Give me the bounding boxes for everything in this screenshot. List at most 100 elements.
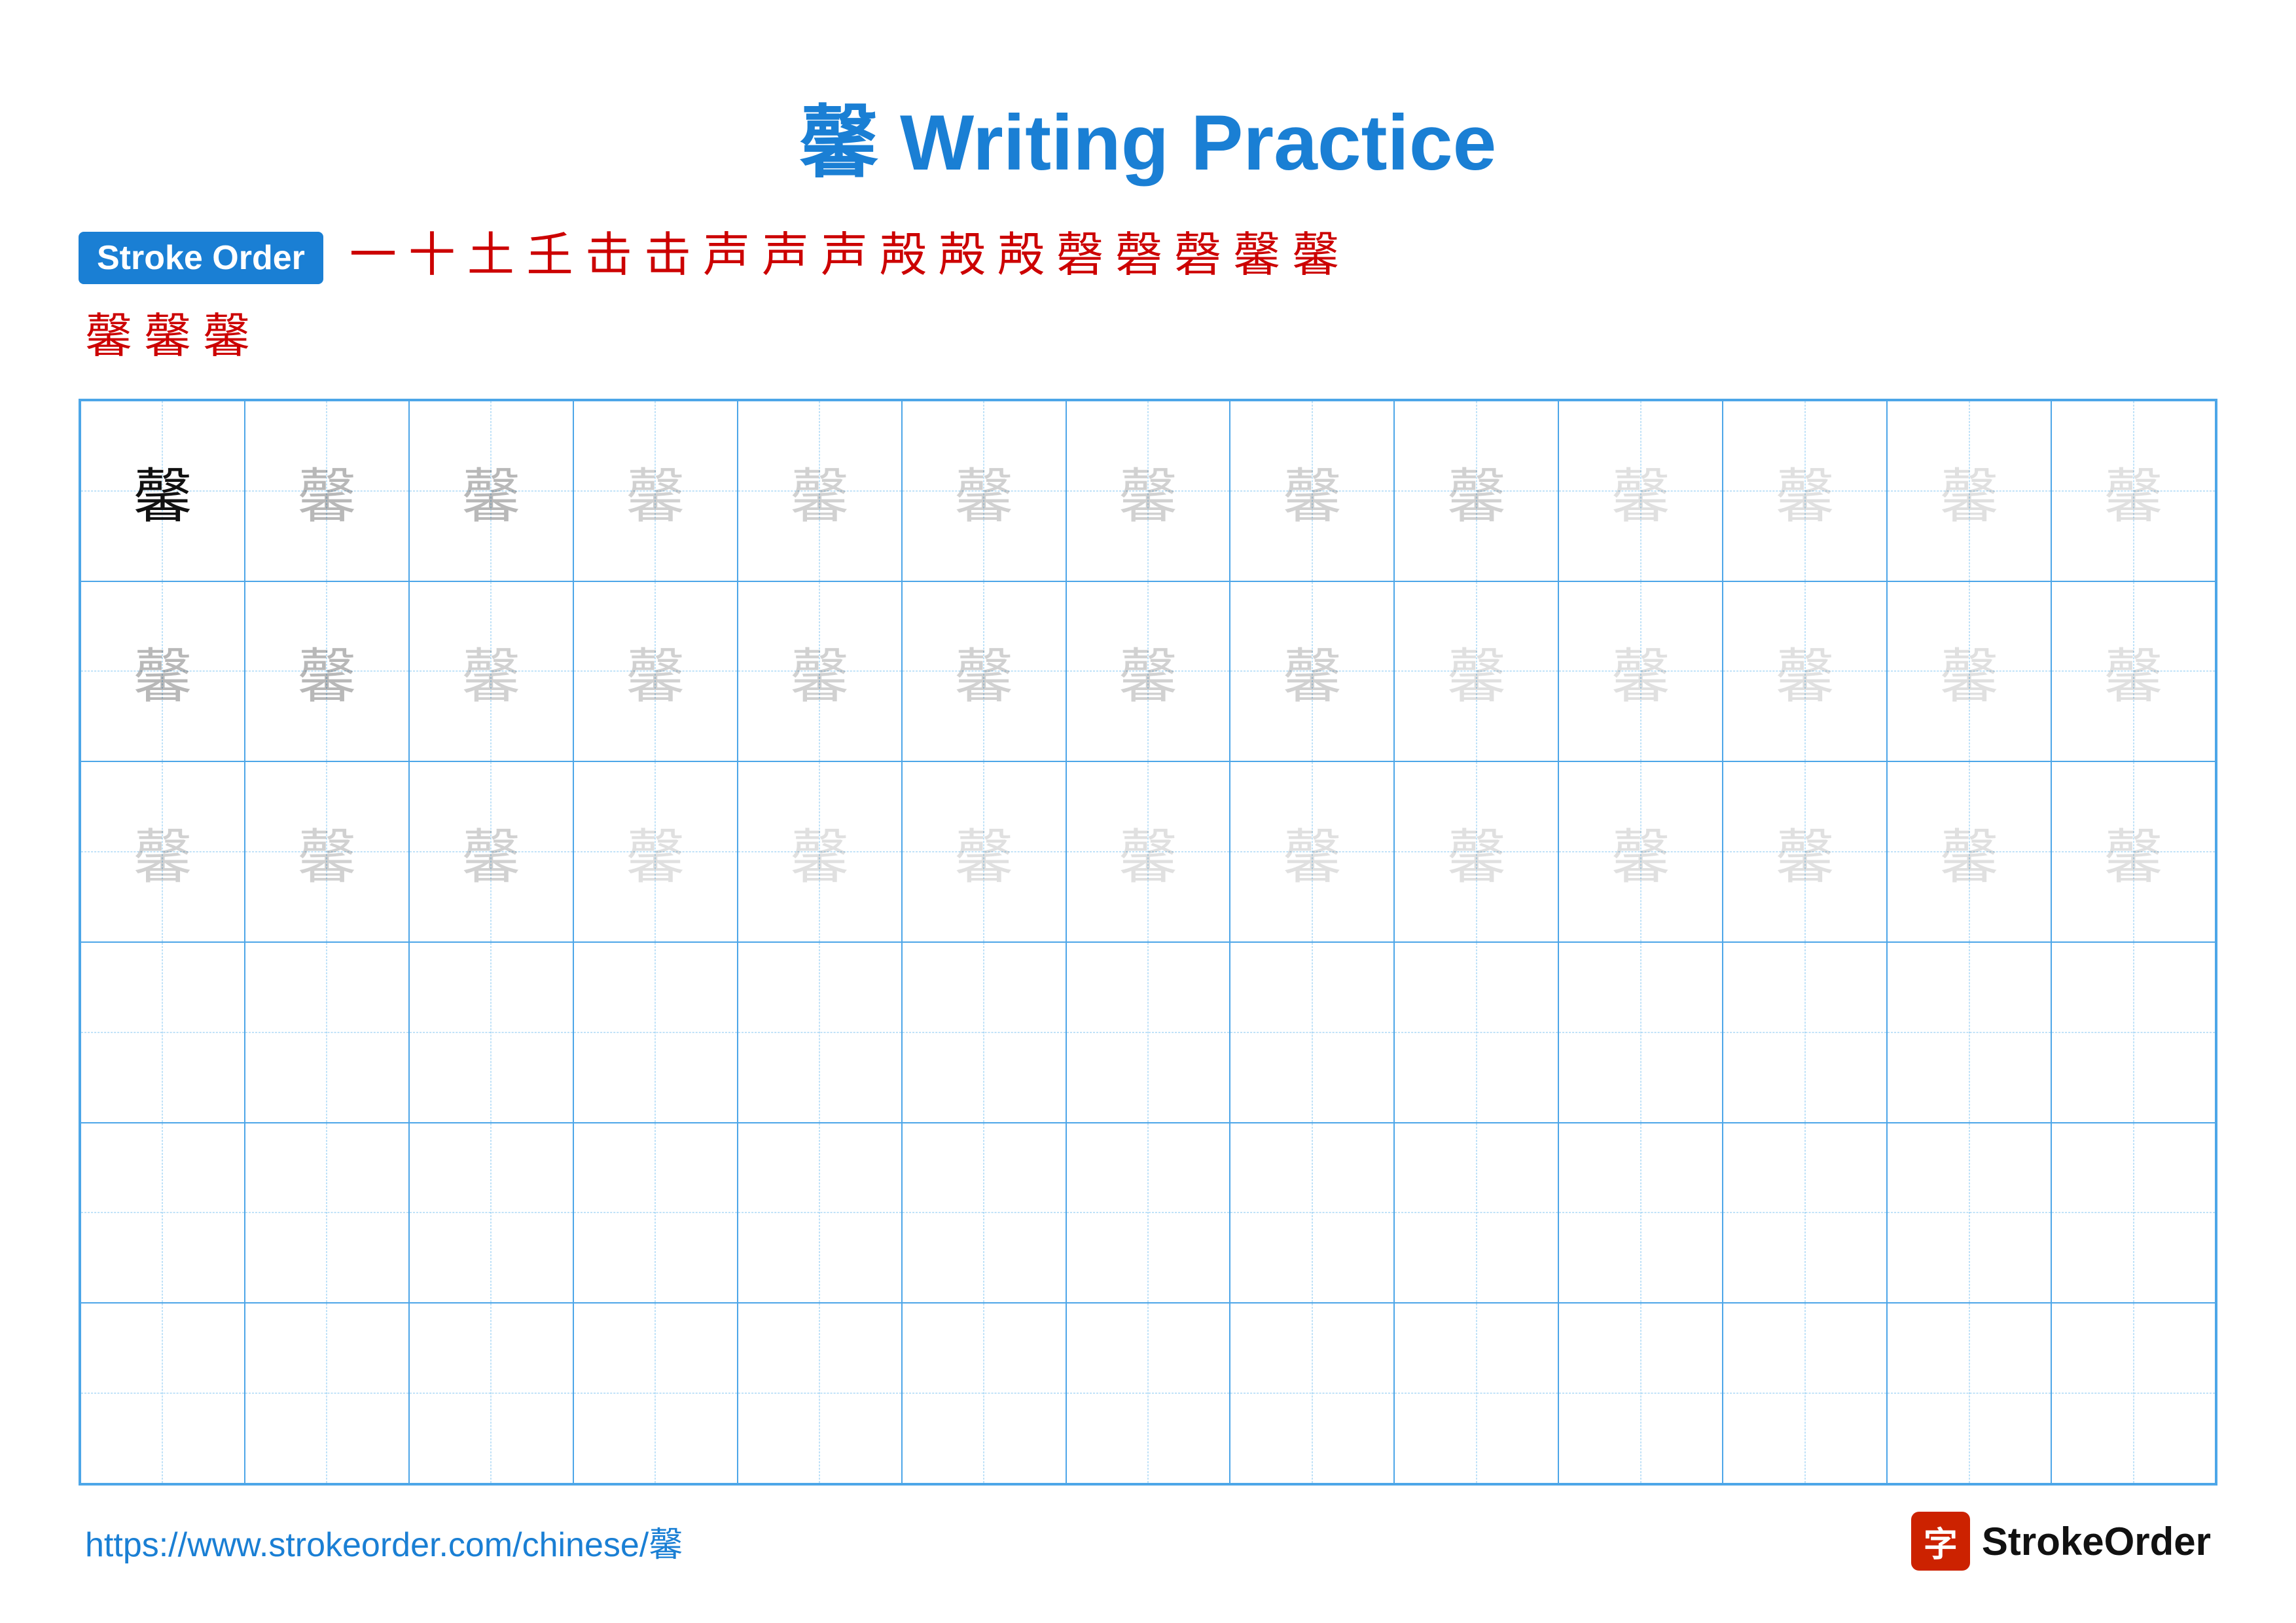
cell-4-9[interactable] bbox=[1394, 942, 1558, 1123]
cell-1-12[interactable]: 馨 bbox=[1887, 401, 2051, 581]
cell-5-11[interactable] bbox=[1723, 1123, 1887, 1304]
char-display: 馨 bbox=[2104, 809, 2163, 894]
cell-2-10[interactable]: 馨 bbox=[1558, 581, 1723, 762]
cell-4-10[interactable] bbox=[1558, 942, 1723, 1123]
cell-4-1[interactable] bbox=[81, 942, 245, 1123]
cell-2-13[interactable]: 馨 bbox=[2051, 581, 2215, 762]
char-display: 馨 bbox=[133, 629, 192, 714]
cell-1-1[interactable]: 馨 bbox=[81, 401, 245, 581]
grid-row-6 bbox=[81, 1303, 2215, 1484]
cell-2-1[interactable]: 馨 bbox=[81, 581, 245, 762]
cell-6-4[interactable] bbox=[573, 1303, 738, 1484]
cell-5-4[interactable] bbox=[573, 1123, 738, 1304]
cell-5-7[interactable] bbox=[1066, 1123, 1230, 1304]
cell-6-11[interactable] bbox=[1723, 1303, 1887, 1484]
cell-6-7[interactable] bbox=[1066, 1303, 1230, 1484]
cell-3-1[interactable]: 馨 bbox=[81, 761, 245, 942]
cell-1-2[interactable]: 馨 bbox=[245, 401, 409, 581]
char-display: 馨 bbox=[1940, 809, 1999, 894]
cell-1-13[interactable]: 馨 bbox=[2051, 401, 2215, 581]
cell-6-5[interactable] bbox=[738, 1303, 902, 1484]
stroke-11: 殸 bbox=[939, 232, 986, 279]
grid-table: 馨 馨 馨 馨 馨 馨 馨 馨 馨 馨 馨 馨 馨 馨 馨 馨 馨 馨 bbox=[80, 400, 2216, 1484]
cell-6-2[interactable] bbox=[245, 1303, 409, 1484]
cell-2-7[interactable]: 馨 bbox=[1066, 581, 1230, 762]
cell-2-6[interactable]: 馨 bbox=[902, 581, 1066, 762]
cell-3-8[interactable]: 馨 bbox=[1230, 761, 1394, 942]
cell-4-8[interactable] bbox=[1230, 942, 1394, 1123]
cell-2-4[interactable]: 馨 bbox=[573, 581, 738, 762]
char-display: 馨 bbox=[954, 448, 1013, 534]
cell-1-3[interactable]: 馨 bbox=[409, 401, 573, 581]
cell-5-9[interactable] bbox=[1394, 1123, 1558, 1304]
cell-1-5[interactable]: 馨 bbox=[738, 401, 902, 581]
char-display: 馨 bbox=[1611, 448, 1670, 534]
cell-2-3[interactable]: 馨 bbox=[409, 581, 573, 762]
cell-4-7[interactable] bbox=[1066, 942, 1230, 1123]
cell-2-12[interactable]: 馨 bbox=[1887, 581, 2051, 762]
cell-3-7[interactable]: 馨 bbox=[1066, 761, 1230, 942]
cell-3-6[interactable]: 馨 bbox=[902, 761, 1066, 942]
cell-6-3[interactable] bbox=[409, 1303, 573, 1484]
cell-5-12[interactable] bbox=[1887, 1123, 2051, 1304]
cell-2-5[interactable]: 馨 bbox=[738, 581, 902, 762]
cell-4-13[interactable] bbox=[2051, 942, 2215, 1123]
cell-3-11[interactable]: 馨 bbox=[1723, 761, 1887, 942]
cell-2-9[interactable]: 馨 bbox=[1394, 581, 1558, 762]
cell-1-11[interactable]: 馨 bbox=[1723, 401, 1887, 581]
cell-5-10[interactable] bbox=[1558, 1123, 1723, 1304]
cell-1-4[interactable]: 馨 bbox=[573, 401, 738, 581]
char-display: 馨 bbox=[954, 809, 1013, 894]
cell-3-10[interactable]: 馨 bbox=[1558, 761, 1723, 942]
cell-4-2[interactable] bbox=[245, 942, 409, 1123]
cell-5-1[interactable] bbox=[81, 1123, 245, 1304]
cell-6-6[interactable] bbox=[902, 1303, 1066, 1484]
char-display: 馨 bbox=[790, 448, 849, 534]
cell-5-6[interactable] bbox=[902, 1123, 1066, 1304]
cell-3-2[interactable]: 馨 bbox=[245, 761, 409, 942]
cell-5-2[interactable] bbox=[245, 1123, 409, 1304]
cell-1-6[interactable]: 馨 bbox=[902, 401, 1066, 581]
logo-char: 字 bbox=[1924, 1517, 1958, 1566]
cell-4-5[interactable] bbox=[738, 942, 902, 1123]
char-display: 馨 bbox=[297, 809, 356, 894]
cell-1-9[interactable]: 馨 bbox=[1394, 401, 1558, 581]
cell-2-2[interactable]: 馨 bbox=[245, 581, 409, 762]
cell-4-12[interactable] bbox=[1887, 942, 2051, 1123]
cell-1-8[interactable]: 馨 bbox=[1230, 401, 1394, 581]
stroke-3: 土 bbox=[467, 232, 514, 279]
cell-4-3[interactable] bbox=[409, 942, 573, 1123]
cell-6-10[interactable] bbox=[1558, 1303, 1723, 1484]
cell-2-8[interactable]: 馨 bbox=[1230, 581, 1394, 762]
cell-6-1[interactable] bbox=[81, 1303, 245, 1484]
char-display: 馨 bbox=[1283, 448, 1342, 534]
cell-3-3[interactable]: 馨 bbox=[409, 761, 573, 942]
cell-6-9[interactable] bbox=[1394, 1303, 1558, 1484]
cell-6-12[interactable] bbox=[1887, 1303, 2051, 1484]
cell-5-13[interactable] bbox=[2051, 1123, 2215, 1304]
cell-4-4[interactable] bbox=[573, 942, 738, 1123]
cell-3-4[interactable]: 馨 bbox=[573, 761, 738, 942]
cell-6-13[interactable] bbox=[2051, 1303, 2215, 1484]
char-display: 馨 bbox=[1940, 629, 1999, 714]
cell-3-5[interactable]: 馨 bbox=[738, 761, 902, 942]
cell-1-10[interactable]: 馨 bbox=[1558, 401, 1723, 581]
stroke-4: 𡈼 bbox=[526, 232, 573, 279]
cell-4-6[interactable] bbox=[902, 942, 1066, 1123]
cell-3-12[interactable]: 馨 bbox=[1887, 761, 2051, 942]
cell-5-5[interactable] bbox=[738, 1123, 902, 1304]
cell-3-13[interactable]: 馨 bbox=[2051, 761, 2215, 942]
stroke-order-section: Stroke Order 一 十 土 𡈼 击 击 声 声 声 殸 殸 殸 磬 磬… bbox=[79, 232, 2217, 284]
cell-1-7[interactable]: 馨 bbox=[1066, 401, 1230, 581]
cell-5-8[interactable] bbox=[1230, 1123, 1394, 1304]
strokeorder-logo-icon: 字 bbox=[1911, 1512, 1970, 1571]
stroke-13: 磬 bbox=[1056, 232, 1103, 279]
cell-3-9[interactable]: 馨 bbox=[1394, 761, 1558, 942]
cell-6-8[interactable] bbox=[1230, 1303, 1394, 1484]
cell-2-11[interactable]: 馨 bbox=[1723, 581, 1887, 762]
cell-5-3[interactable] bbox=[409, 1123, 573, 1304]
cell-4-11[interactable] bbox=[1723, 942, 1887, 1123]
cont-3: 馨 bbox=[203, 297, 250, 366]
footer-url[interactable]: https://www.strokeorder.com/chinese/馨 bbox=[85, 1517, 683, 1566]
char-display: 馨 bbox=[1283, 809, 1342, 894]
